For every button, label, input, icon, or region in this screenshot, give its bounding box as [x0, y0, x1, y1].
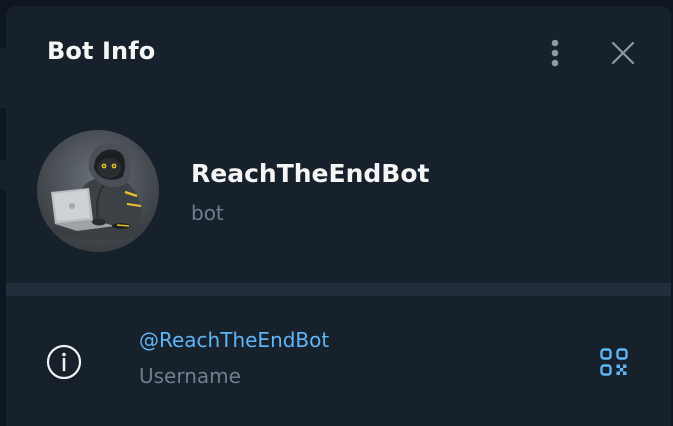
more-vertical-icon: [551, 39, 559, 67]
qr-code-button[interactable]: [596, 344, 632, 380]
info-icon: [46, 344, 82, 380]
username-row[interactable]: @ReachTheEndBot Username: [6, 312, 671, 402]
close-button[interactable]: [603, 33, 643, 73]
bot-info-dialog: Bot Info ReachTheEndBot bot @ReachTheEnd…: [6, 6, 671, 426]
dialog-title: Bot Info: [47, 37, 156, 65]
username-label: Username: [139, 364, 241, 388]
bot-name: ReachTheEndBot: [191, 159, 430, 188]
bot-profile: ReachTheEndBot bot: [6, 102, 671, 282]
qr-code-icon: [600, 348, 628, 376]
close-icon: [611, 41, 635, 65]
hooded-cat-avatar-icon: [51, 136, 149, 240]
username-link[interactable]: @ReachTheEndBot: [139, 328, 329, 352]
bot-subtitle: bot: [191, 201, 224, 225]
more-options-button[interactable]: [535, 33, 575, 73]
dialog-header: Bot Info: [6, 6, 671, 102]
section-divider: [6, 283, 671, 296]
avatar[interactable]: [37, 130, 159, 252]
